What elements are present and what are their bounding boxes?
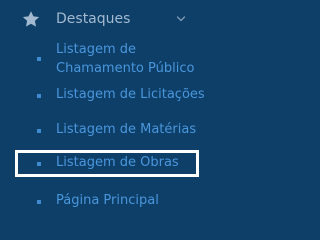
bullet-icon bbox=[37, 94, 41, 98]
sidebar-menu: Destaques Listagem de Chamamento Público… bbox=[0, 0, 217, 215]
bullet-icon bbox=[37, 57, 41, 61]
star-icon bbox=[22, 11, 40, 27]
submenu-item-pagina-principal[interactable]: Página Principal bbox=[0, 190, 217, 212]
section-label: Destaques bbox=[56, 11, 131, 27]
bullet-icon bbox=[37, 129, 41, 133]
submenu-item-label: Listagem de Obras bbox=[56, 155, 179, 170]
submenu-item-label: Listagem de Licitações bbox=[56, 87, 205, 102]
submenu-item-listagem-de-obras[interactable]: Listagem de Obras bbox=[0, 150, 217, 177]
submenu-item-listagem-de-licitacoes[interactable]: Listagem de Licitações bbox=[0, 84, 217, 106]
submenu-item-listagem-de-materias[interactable]: Listagem de Matérias bbox=[0, 119, 217, 141]
submenu-item-label: Listagem de Matérias bbox=[56, 122, 197, 137]
submenu-item-listagem-de-chamamento-publico[interactable]: Listagem de Chamamento Público bbox=[0, 40, 217, 80]
chevron-down-icon[interactable] bbox=[176, 14, 186, 24]
bullet-icon bbox=[37, 200, 41, 204]
submenu-item-label: Listagem de Chamamento Público bbox=[56, 42, 195, 76]
menu-section-destaques[interactable]: Destaques bbox=[0, 7, 217, 33]
submenu-item-label: Página Principal bbox=[56, 193, 159, 208]
bullet-icon bbox=[37, 162, 41, 166]
